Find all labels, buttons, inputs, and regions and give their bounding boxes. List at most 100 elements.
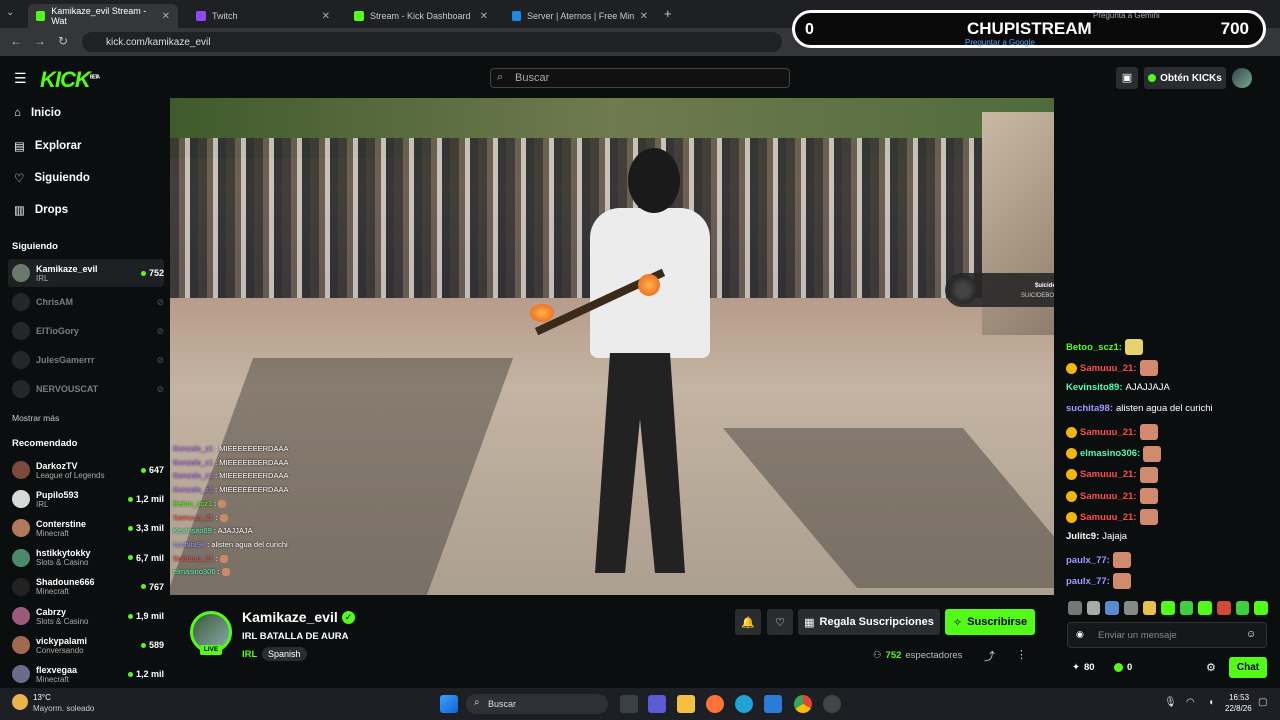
emote-picker-icon[interactable] — [1123, 601, 1138, 615]
kick-logo[interactable]: KICKBETA — [40, 67, 100, 93]
wifi-icon[interactable]: ◠ — [1186, 697, 1195, 708]
search-input[interactable]: Buscar — [490, 68, 790, 88]
volume-icon[interactable]: ◖ — [1208, 697, 1214, 708]
reload-icon[interactable]: ↻ — [58, 34, 68, 48]
emoji-icon[interactable]: ☺ — [1246, 629, 1256, 640]
notification-icon[interactable]: ▢ — [1258, 697, 1267, 708]
chrome-icon[interactable] — [794, 695, 812, 713]
emote-picker-icon[interactable] — [1235, 601, 1250, 615]
chat-username[interactable]: suchita98: — [1066, 403, 1113, 414]
task-view-icon[interactable] — [620, 695, 638, 713]
chat-username[interactable]: Samuuu_21: — [1080, 469, 1137, 480]
nav-home[interactable]: ⌂ Inicio — [14, 107, 61, 119]
dashboard-icon[interactable]: ▣ — [1116, 67, 1138, 89]
new-tab-button[interactable]: + — [664, 6, 672, 21]
following-item[interactable]: ChrisAM ⊘ — [8, 288, 164, 316]
video-player[interactable] — [170, 98, 1054, 595]
chat-username[interactable]: Kevinsito89: — [1066, 382, 1123, 393]
notification-bell-icon[interactable]: 🔔 — [735, 609, 761, 635]
teams-icon[interactable] — [648, 695, 666, 713]
user-avatar[interactable] — [1232, 68, 1252, 88]
address-bar[interactable]: kick.com/kamikaze_evil — [82, 32, 782, 52]
streamer-name[interactable]: Kamikaze_evil — [242, 609, 338, 625]
language-tag[interactable]: Spanish — [262, 647, 307, 661]
chat-username[interactable]: Samuuu_21: — [1080, 512, 1137, 523]
video-chat-line: Samuuu_21 : — [173, 554, 228, 563]
clock-date[interactable]: 22/8/26 — [1225, 704, 1252, 713]
recommended-item[interactable]: Shadoune666 Minecraft 767 — [8, 573, 164, 601]
chat-settings-icon[interactable]: ◉ — [1076, 629, 1084, 640]
close-icon[interactable]: ✕ — [162, 11, 170, 22]
clock-time[interactable]: 16:53 — [1229, 693, 1249, 702]
tab-kick-stream[interactable]: Kamikaze_evil Stream - Wat ✕ — [28, 4, 178, 28]
emote-picker-icon[interactable] — [1161, 601, 1175, 615]
tab-list-icon[interactable]: ⌄ — [6, 7, 14, 18]
nav-drops[interactable]: ▥ Drops — [14, 203, 68, 217]
recommended-item[interactable]: hstikkytokky Slots & Casino 6,7 mil — [8, 544, 164, 572]
following-item[interactable]: ElTioGory ⊘ — [8, 317, 164, 345]
channel-points[interactable]: ✦ 80 — [1072, 662, 1095, 673]
chat-username[interactable]: paulx_77: — [1066, 576, 1110, 587]
windows-start-icon[interactable] — [440, 695, 458, 713]
chat-username[interactable]: Julitc9: — [1066, 531, 1099, 542]
emote-picker-icon[interactable] — [1068, 601, 1082, 615]
chat-username[interactable]: Samuuu_21: — [1080, 363, 1137, 374]
nav-explore[interactable]: ▤ Explorar — [14, 139, 82, 153]
google-hint[interactable]: Preguntar a Google — [965, 38, 1035, 47]
following-item[interactable]: Kamikaze_evil IRL 752 — [8, 259, 164, 287]
tab-kick-dashboard[interactable]: Stream - Kick Dashboard ✕ — [346, 4, 496, 28]
close-icon[interactable]: ✕ — [480, 11, 488, 22]
gear-icon[interactable]: ⚙ — [1206, 661, 1216, 674]
chat-username[interactable]: Samuuu_21: — [1080, 491, 1137, 502]
weather-sun-icon[interactable] — [12, 694, 28, 710]
recommended-item[interactable]: DarkozTV League of Legends 647 — [8, 456, 164, 484]
stream-category[interactable]: IRL — [242, 649, 257, 660]
following-item[interactable]: JulesGamerrr ⊘ — [8, 346, 164, 374]
emote-picker-icon[interactable] — [1179, 601, 1194, 615]
close-icon[interactable]: ✕ — [640, 11, 648, 22]
emote-picker-icon[interactable] — [1086, 601, 1101, 615]
nav-following[interactable]: ♡ Siguiendo — [14, 171, 90, 185]
firefox-icon[interactable] — [706, 695, 724, 713]
mail-icon[interactable] — [764, 695, 782, 713]
tab-aternos[interactable]: Server | Aternos | Free Minecraf ✕ — [504, 4, 656, 28]
taskbar-search[interactable]: Buscar — [466, 694, 608, 714]
close-icon[interactable]: ✕ — [322, 11, 330, 22]
share-icon[interactable]: ⤴ — [984, 648, 995, 664]
emote-picker-icon[interactable] — [1198, 601, 1213, 615]
recommended-item[interactable]: flexvegaa Minecraft 1,2 mil — [8, 660, 164, 688]
weather-desc[interactable]: Mayorm. soleado — [33, 704, 94, 713]
back-icon[interactable]: ← — [10, 34, 22, 48]
recommended-item[interactable]: vickypalami Conversando 589 — [8, 631, 164, 659]
forward-icon[interactable]: → — [34, 34, 46, 48]
microphone-icon[interactable]: 🎙 — [1164, 697, 1177, 708]
emote-picker-icon[interactable] — [1142, 601, 1157, 615]
chat-username[interactable]: Betoo_scz1: — [1066, 342, 1122, 353]
tab-twitch[interactable]: Twitch ✕ — [188, 4, 338, 28]
subscribe-button[interactable]: ✧ Suscribirse — [945, 609, 1035, 635]
kicks-balance[interactable]: 0 — [1114, 662, 1132, 673]
following-item[interactable]: NERVOUSCAT ⊘ — [8, 375, 164, 403]
follow-heart-icon[interactable]: ♡ — [767, 609, 793, 635]
chat-username[interactable]: paulx_77: — [1066, 555, 1110, 566]
get-kicks-button[interactable]: Obtén KICKs — [1144, 67, 1226, 89]
obs-icon[interactable] — [823, 695, 841, 713]
chat-input[interactable]: Enviar un mensaje — [1067, 622, 1267, 648]
gift-subs-button[interactable]: ▦ Regala Suscripciones — [798, 609, 940, 635]
chat-username[interactable]: elmasino306: — [1080, 448, 1140, 459]
emote-picker-icon[interactable] — [1254, 601, 1269, 615]
chat-send-button[interactable]: Chat — [1229, 657, 1267, 678]
chat-username[interactable]: Samuuu_21: — [1080, 427, 1137, 438]
more-icon[interactable]: ⋮ — [1016, 648, 1027, 661]
recommended-item[interactable]: Cabrzy Slots & Casino 1,9 mil — [8, 602, 164, 630]
edge-icon[interactable] — [735, 695, 753, 713]
show-more-link[interactable]: Mostrar más — [12, 413, 59, 423]
emote-picker-icon[interactable] — [1217, 601, 1231, 615]
menu-icon[interactable]: ☰ — [14, 70, 27, 87]
emote-picker-icon[interactable] — [1105, 601, 1119, 615]
following-viewers: ⊘ — [156, 326, 164, 337]
recommended-item[interactable]: Conterstine Minecraft 3,3 mil — [8, 514, 164, 542]
file-explorer-icon[interactable] — [677, 695, 695, 713]
recommended-item[interactable]: Pupilo593 IRL 1,2 mil — [8, 485, 164, 513]
weather-temp[interactable]: 13°C — [33, 693, 51, 702]
